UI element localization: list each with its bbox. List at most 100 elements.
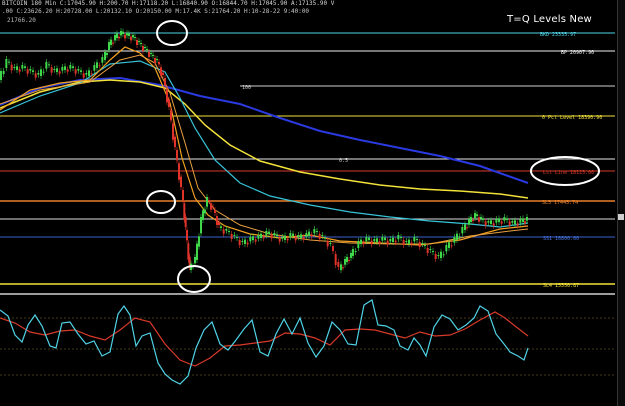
level-label: BKD 23335.97	[540, 32, 576, 38]
candle-body	[152, 55, 154, 56]
candle-body	[156, 59, 158, 60]
candle-body	[134, 37, 136, 38]
candle-body	[110, 39, 112, 45]
right-scrollbar[interactable]	[617, 0, 625, 406]
moving-averages	[0, 46, 529, 246]
candle-body	[66, 69, 69, 72]
ema-yellow-line	[0, 79, 529, 199]
candle-body	[490, 220, 492, 224]
candle-body	[96, 62, 98, 68]
candle-body	[128, 33, 130, 36]
candle-body	[514, 220, 516, 224]
candle-body	[144, 47, 146, 48]
candle-body	[69, 65, 72, 69]
candle-body	[24, 66, 26, 68]
candle-body	[526, 217, 528, 221]
ma-blue-line	[0, 76, 529, 184]
candle-body	[400, 237, 402, 238]
candle-body	[236, 237, 238, 238]
candle-body	[506, 218, 508, 220]
candle-body	[402, 240, 405, 245]
candle-body	[208, 200, 210, 201]
candle-body	[326, 240, 329, 247]
candle-body	[313, 229, 316, 234]
candle-body	[21, 65, 24, 69]
candle-body	[136, 40, 138, 45]
candle-body	[357, 241, 360, 248]
candle-body	[302, 237, 305, 240]
candle-body	[116, 33, 118, 38]
candle-body	[386, 240, 389, 245]
candle-body	[254, 239, 257, 242]
level-label: BP 20907.90	[561, 50, 594, 56]
candle-body	[230, 234, 233, 239]
candle-body	[437, 255, 440, 256]
candle-body	[160, 67, 162, 76]
candle-body	[162, 72, 164, 75]
candle-body	[445, 245, 448, 252]
candle-body	[48, 64, 50, 66]
candle-body	[138, 41, 140, 42]
candle-body	[292, 233, 294, 236]
candle-body	[172, 123, 174, 140]
candle-body	[318, 234, 321, 239]
candle-body	[252, 236, 254, 240]
fib-label: 100	[242, 85, 251, 91]
candle-body	[158, 62, 160, 65]
candle-body	[408, 239, 410, 244]
candle-body	[289, 233, 292, 238]
candle-body	[308, 231, 310, 236]
oscillator-grid	[0, 317, 615, 376]
candle-body	[448, 242, 450, 248]
candle-body	[440, 251, 442, 258]
candle-body	[492, 223, 495, 226]
candle-body	[284, 235, 286, 240]
level-label: SS1 16800.00	[543, 236, 579, 242]
candle-body	[37, 73, 40, 75]
candle-body	[5, 59, 8, 68]
candle-body	[392, 237, 394, 242]
candle-body	[352, 249, 354, 256]
level-label: Lst Line 18123.00	[543, 170, 594, 176]
candle-body	[334, 254, 337, 265]
candle-body	[246, 242, 249, 245]
candle-body	[98, 65, 101, 67]
candle-body	[80, 70, 82, 72]
candle-body	[276, 234, 278, 236]
candle-body	[360, 239, 362, 244]
candle-body	[202, 210, 204, 220]
candle-body	[106, 53, 108, 55]
candle-body	[294, 236, 297, 241]
candle-body	[397, 235, 400, 240]
ema-orange-2-line	[0, 54, 529, 245]
candle-body	[112, 42, 114, 44]
candle-body	[516, 223, 519, 226]
candle-body	[286, 238, 289, 241]
candle-body	[168, 99, 170, 107]
candle-body	[378, 241, 381, 244]
candle-body	[350, 253, 352, 258]
price-chart[interactable]: BKD 23335.97 BP 20907.90 0 Pct Level 183…	[0, 0, 615, 406]
candle-body	[305, 233, 308, 237]
candle-body	[500, 221, 503, 224]
candle-body	[122, 31, 124, 34]
candle-body	[72, 66, 74, 68]
candle-body	[77, 69, 80, 71]
candle-body	[142, 46, 144, 51]
candle-body	[478, 217, 480, 222]
candle-body	[90, 73, 93, 75]
candle-body	[257, 235, 260, 239]
candle-body	[56, 68, 58, 72]
candle-body	[511, 221, 514, 223]
candle-body	[265, 231, 268, 236]
candle-body	[332, 246, 334, 251]
candle-body	[233, 235, 236, 236]
candle-body	[470, 217, 472, 222]
level-label: SL4 15550.87	[543, 283, 579, 289]
scrollbar-thumb[interactable]	[618, 214, 624, 220]
candle-body	[384, 237, 386, 240]
candle-body	[194, 257, 196, 264]
level-lines	[0, 32, 615, 285]
candle-body	[241, 241, 244, 242]
candle-body	[484, 221, 487, 226]
